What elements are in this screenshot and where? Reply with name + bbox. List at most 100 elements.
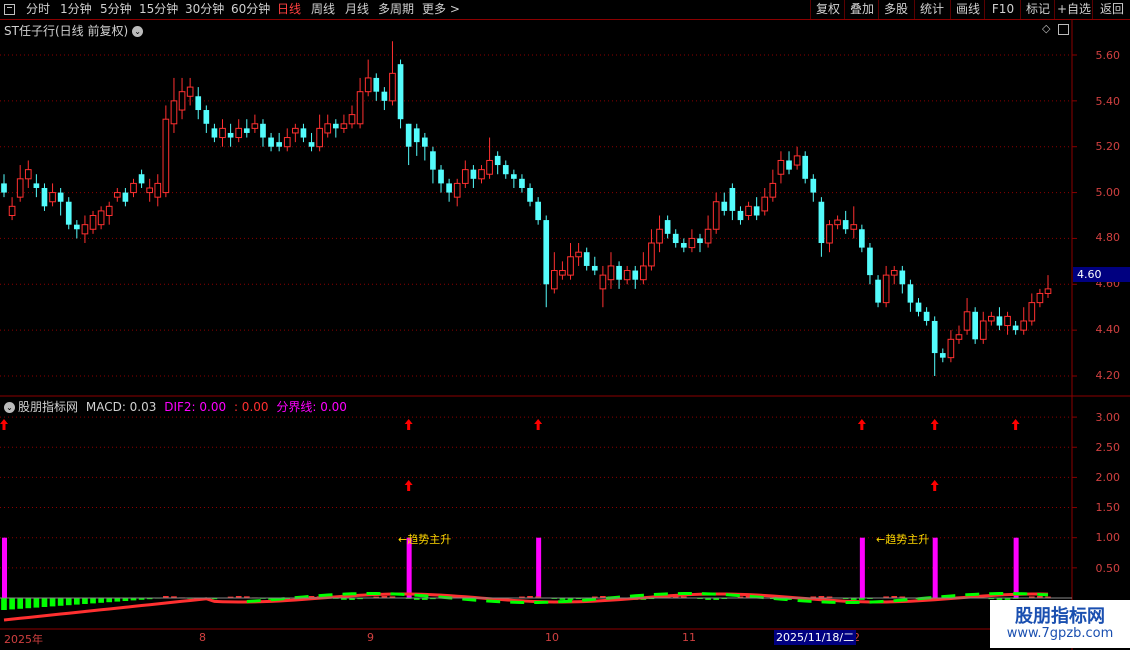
candle-body-down [697,238,703,244]
candle-body-up [486,159,493,175]
divider-line-value: 分界线: 0.00 [276,400,347,414]
candle-body-up [1028,302,1036,322]
candle-body-up [283,137,291,148]
annotation-text: 趋势主升 [885,533,930,546]
indicator-tick: 2.00 [1095,471,1121,484]
candle-body-down [672,233,679,244]
watermark: 股朋指标网 www.7gpzb.com [990,600,1130,648]
candle-body-up [178,91,186,111]
candle-body-up [640,265,647,281]
candle-body-down [405,123,412,147]
candle-body-up [389,72,396,102]
trend-annotation-2: ←趋势主升 [876,533,930,546]
candle-body-up [575,251,582,258]
candle-body-down [65,201,72,225]
signal-bar [536,537,542,598]
candle-body-up [186,86,194,97]
signal-arrow-icon [404,480,413,491]
indicator-panel [0,419,1072,622]
candle-body-down [276,142,282,147]
kline-chart[interactable] [0,0,1130,650]
candle-body-up [850,224,858,230]
candle-body-down [810,178,817,193]
candle-body-down [729,187,736,211]
date-tick: 8 [199,631,206,644]
candle-body-down [74,224,80,230]
candle-body-down [1012,325,1019,331]
candle-body-down [616,265,622,280]
candle-body-down [931,320,938,354]
indicator-tick: 1.50 [1095,501,1121,514]
signal-bar [859,537,865,598]
candle-body-down [907,284,914,303]
candle-body-up [761,196,769,212]
candle-body-down [527,187,533,202]
candle-body-down [332,123,339,129]
macd-value: MACD: 0.03 [85,400,157,414]
candle-body-up [648,242,655,267]
candle-body-up [146,187,154,194]
date-tick: 11 [682,631,696,644]
candle-body-down [227,132,234,138]
candle-body-down [939,353,946,358]
candle-body-down [867,247,873,276]
candle-body-down [243,128,250,133]
candle-body-up [882,274,890,304]
candle-body-down [211,128,218,138]
price-tick: 5.00 [1095,186,1121,199]
candle-body-down [859,229,865,248]
signal-bar [2,537,7,598]
candle-body-down [470,169,477,179]
candle-body-up [8,205,16,216]
candle-body-down [41,187,48,207]
candle-body-up [348,114,356,125]
indicator-dropdown-icon[interactable]: ⌄ [4,402,15,413]
candle-body-down [373,77,380,92]
indicator-tick: 2.50 [1095,441,1121,454]
candle-body-up [1020,320,1028,331]
signal-arrow-icon [404,419,413,430]
price-tick: 5.40 [1095,95,1121,108]
date-tick: 9 [367,631,374,644]
candle-body-down [664,220,671,234]
candle-body-down [33,183,40,188]
indicator-title: ⌄ 股朋指标网 MACD: 0.03 DIF2: 0.00 : 0.00 分界线:… [4,398,347,415]
candle-body-down [875,279,881,303]
candle-body-up [478,169,485,180]
price-tick: 4.80 [1095,231,1121,244]
candle-body-up [81,224,89,235]
price-tick: 5.60 [1095,49,1121,62]
candle-body-up [89,215,97,230]
candle-body-up [793,155,801,166]
candle-body-up [550,270,558,290]
candle-body-down [786,160,792,170]
candle-body-up [607,265,615,281]
candle-body-up [1044,288,1052,294]
candle-body-up [988,315,995,322]
candle-body-down [1,183,7,193]
candle-body-up [453,182,461,198]
candle-body-up [324,123,332,134]
candle-body-down [680,243,687,248]
watermark-name: 股朋指标网 [1015,606,1105,627]
watermark-url: www.7gpzb.com [1006,626,1114,641]
candle-body-up [162,118,170,194]
candle-body-down [535,201,541,221]
candle-body-up [826,224,833,244]
candle-body-down [721,201,728,211]
candle-body-down [413,128,420,143]
price-tick: 4.20 [1095,369,1121,382]
candle-body-up [24,169,32,180]
candle-body-down [737,210,744,221]
signal-arrow-icon [857,419,866,430]
signal-arrow-icon [1011,419,1020,430]
candle-body-up [364,77,372,93]
signal-arrow-icon [930,480,939,491]
signal-bar [932,537,938,598]
annotation-text: 趋势主升 [407,533,452,546]
candle-body-down [502,165,509,175]
signal-arrow-icon [930,419,939,430]
date-tick: 10 [545,631,559,644]
candle-body-down [591,265,598,271]
candle-body-down [583,252,590,266]
